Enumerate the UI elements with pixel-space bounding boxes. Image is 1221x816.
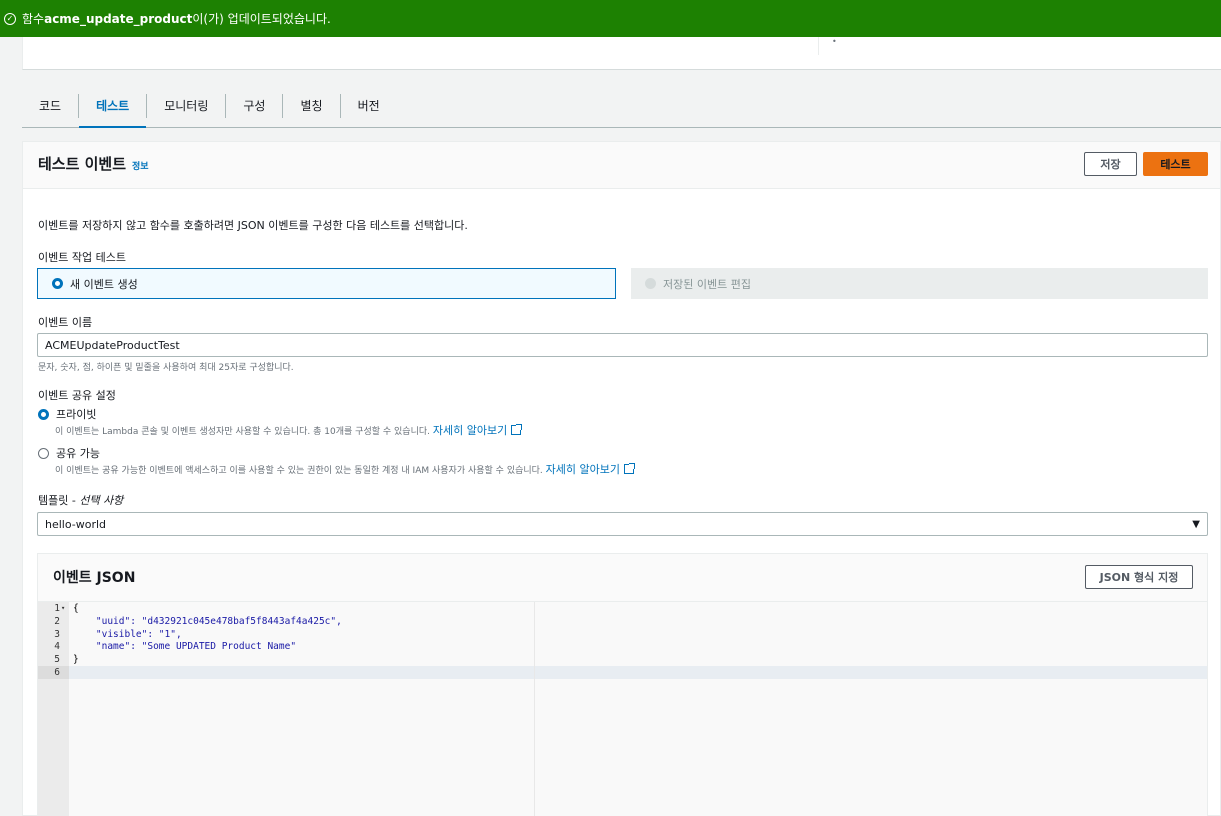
caret-down-icon: ▼ <box>1192 519 1200 530</box>
radio-disabled-icon <box>645 278 656 289</box>
event-json-title: 이벤트 JSON <box>53 570 136 586</box>
tab-monitoring[interactable]: 모니터링 <box>147 84 225 127</box>
external-link-icon <box>624 463 636 474</box>
radio-selected-icon <box>52 278 63 289</box>
event-json-container: 이벤트 JSON JSON 형식 지정 1 ▾ 2 3 4 5 6 { "uui… <box>37 553 1208 816</box>
line-number: 1 <box>54 603 60 614</box>
flash-suffix: 이(가) 업데이트되었습니다. <box>192 12 331 26</box>
editor-active-line <box>69 666 1207 679</box>
success-flash-banner: ✓ 함수 acme_update_product 이(가) 업데이트되었습니다. <box>0 0 1221 37</box>
code-line: } <box>73 654 79 665</box>
learn-more-link[interactable]: 자세히 알아보기 <box>433 424 507 437</box>
line-number: 4 <box>54 641 60 652</box>
template-label: 템플릿 - 선택 사항 <box>38 492 123 508</box>
learn-more-link[interactable]: 자세히 알아보기 <box>546 463 620 476</box>
template-select-value: hello-world <box>45 517 107 531</box>
format-json-button[interactable]: JSON 형식 지정 <box>1085 565 1193 589</box>
line-number: 6 <box>54 667 60 678</box>
event-name-hint: 문자, 숫자, 점, 하이픈 및 밑줄을 사용하여 최대 25자로 구성합니다. <box>38 363 294 373</box>
radio-selected-icon <box>38 408 49 420</box>
create-new-event-tile[interactable]: 새 이벤트 생성 <box>37 268 616 299</box>
event-json-header: 이벤트 JSON JSON 형식 지정 <box>38 554 1207 602</box>
tab-versions[interactable]: 버전 <box>341 84 397 127</box>
flash-prefix: 함수 <box>22 12 45 26</box>
create-new-event-label: 새 이벤트 생성 <box>70 277 138 291</box>
radio-unselected-icon <box>38 447 49 459</box>
json-code-editor[interactable]: 1 ▾ 2 3 4 5 6 { "uuid": "d432921c045e478… <box>38 602 1207 816</box>
event-action-label: 이벤트 작업 테스트 <box>38 251 126 264</box>
edit-saved-event-label: 저장된 이벤트 편집 <box>663 277 751 291</box>
editor-print-margin <box>534 602 535 816</box>
tab-code[interactable]: 코드 <box>22 84 78 127</box>
private-option-label: 프라이빗 <box>56 408 97 421</box>
tab-test[interactable]: 테스트 <box>79 84 147 128</box>
event-name-input[interactable]: ACMEUpdateProductTest <box>37 333 1208 357</box>
save-button[interactable]: 저장 <box>1084 152 1137 176</box>
fold-toggle-icon[interactable]: ▾ <box>61 604 65 612</box>
panel-description: 이벤트를 저장하지 않고 함수를 호출하려면 JSON 이벤트를 구성한 다음 … <box>38 219 468 232</box>
test-button[interactable]: 테스트 <box>1143 152 1208 176</box>
function-overview-card: • <box>22 37 1221 70</box>
sharing-label: 이벤트 공유 설정 <box>38 389 116 402</box>
private-option-desc: 이 이벤트는 Lambda 콘솔 및 이벤트 생성자만 사용할 수 있습니다. … <box>55 422 523 438</box>
shareable-option[interactable]: 공유 가능 <box>38 445 100 461</box>
info-link[interactable]: 정보 <box>132 159 149 172</box>
success-check-icon: ✓ <box>4 12 16 25</box>
shareable-option-desc: 이 이벤트는 공유 가능한 이벤트에 액세스하고 이를 사용할 수 있는 권한이… <box>55 461 636 477</box>
code-line: { <box>73 603 79 614</box>
panel-header: 테스트 이벤트 정보 저장 테스트 <box>23 142 1220 189</box>
panel-title: 테스트 이벤트 <box>38 155 127 173</box>
shareable-desc-text: 이 이벤트는 공유 가능한 이벤트에 액세스하고 이를 사용할 수 있는 권한이… <box>55 466 546 476</box>
code-line: "uuid": "d432921c045e478baf5f8443af4a425… <box>73 616 342 627</box>
template-label-text: 템플릿 - <box>38 494 80 507</box>
card-divider <box>818 37 819 55</box>
external-link-icon <box>511 424 523 435</box>
test-event-panel: 테스트 이벤트 정보 저장 테스트 이벤트를 저장하지 않고 함수를 호출하려면… <box>22 141 1221 816</box>
tab-aliases[interactable]: 별칭 <box>283 84 339 127</box>
line-number: 2 <box>54 616 60 627</box>
private-desc-text: 이 이벤트는 Lambda 콘솔 및 이벤트 생성자만 사용할 수 있습니다. … <box>55 427 433 437</box>
template-optional-text: 선택 사항 <box>79 494 124 507</box>
template-select[interactable]: hello-world ▼ <box>37 512 1208 536</box>
tab-configuration[interactable]: 구성 <box>226 84 282 127</box>
function-tabs: 코드 테스트 모니터링 구성 별칭 버전 <box>22 84 1221 128</box>
line-number: 5 <box>54 654 60 665</box>
edit-saved-event-tile: 저장된 이벤트 편집 <box>631 268 1208 299</box>
flash-function-name: acme_update_product <box>44 11 193 26</box>
event-name-label: 이벤트 이름 <box>38 316 93 329</box>
code-line: "name": "Some UPDATED Product Name" <box>73 641 297 652</box>
card-bullet: • <box>832 37 837 46</box>
private-option[interactable]: 프라이빗 <box>38 406 96 422</box>
shareable-option-label: 공유 가능 <box>56 447 100 460</box>
